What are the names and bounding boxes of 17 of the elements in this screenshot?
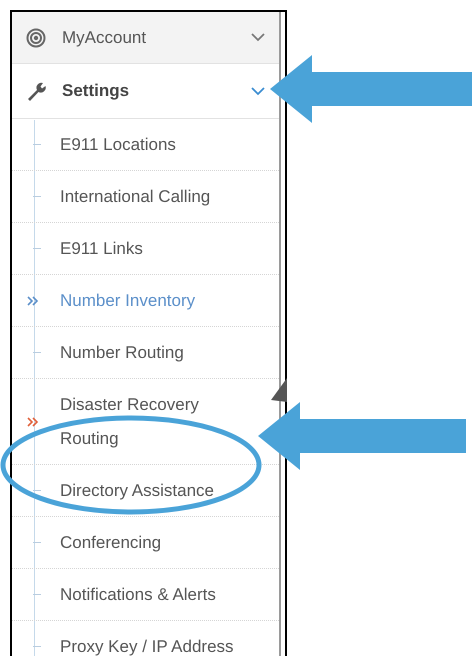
menu-header-label: Settings [62, 80, 130, 102]
submenu-link[interactable]: E911 Links [60, 232, 143, 266]
submenu-link[interactable]: Number Routing [60, 336, 184, 370]
wrench-icon [26, 80, 48, 102]
target-icon [26, 28, 46, 48]
submenu-link[interactable]: Conferencing [60, 526, 162, 560]
submenu-link[interactable]: International Calling [60, 180, 210, 214]
menu-header[interactable]: MyAccount [12, 12, 279, 64]
submenu-link[interactable]: Disaster Recovery Routing [60, 388, 260, 456]
chevron-down-icon[interactable] [251, 33, 265, 42]
collapse-handle[interactable] [271, 378, 287, 402]
submenu-link[interactable]: Notifications & Alerts [60, 578, 216, 612]
menu-header-label: MyAccount [62, 26, 148, 49]
submenu-link[interactable]: Directory Assistance [60, 474, 214, 508]
submenu-link[interactable]: E911 Locations [60, 128, 176, 162]
chevron-down-icon[interactable] [251, 86, 265, 96]
submenu-link[interactable]: Proxy Key / IP Address [60, 630, 234, 656]
